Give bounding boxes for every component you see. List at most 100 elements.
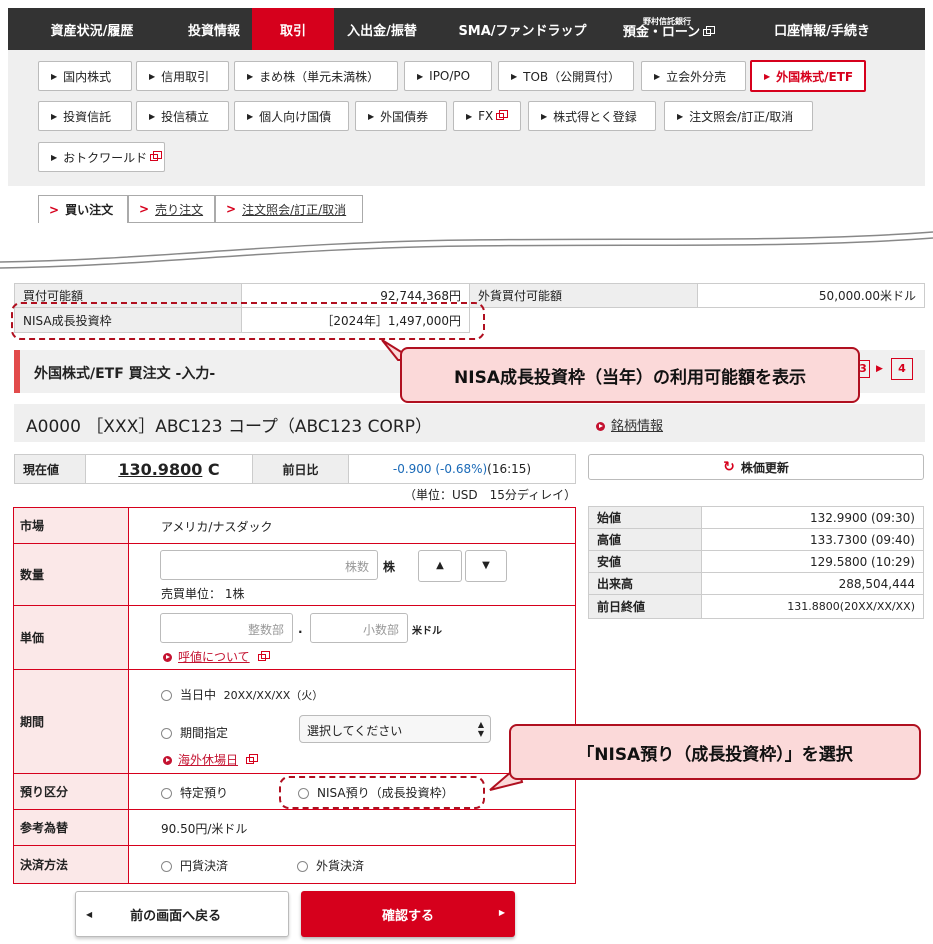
stock-bar: A0000 ［XXX］ABC123 コープ（ABC123 CORP） 銘柄情報: [14, 404, 925, 442]
market-value: アメリカ/ナスダック: [161, 520, 273, 534]
sub-nav: ▶ 国内株式 ▶ 信用取引 ▶ まめ株（単元未満株） ▶ IPO/PO ▶ TOB（公開買…: [8, 50, 925, 186]
price-unit: 米ドル: [412, 626, 442, 637]
quantity-down-button[interactable]: ▼: [465, 550, 507, 582]
external-link-icon: [703, 26, 716, 37]
subnav-fund[interactable]: ▶ 投資信託: [38, 101, 132, 131]
top-nav: 資産状況/履歴 投資情報 取引 入出金/振替 SMA/ファンドラップ 野村信託銀…: [8, 8, 925, 50]
price-integer-input[interactable]: 整数部: [160, 613, 293, 643]
market-label: 市場: [14, 508, 128, 544]
high-label: 高値: [588, 528, 702, 551]
radio-icon: [297, 861, 308, 872]
tab-buy-order[interactable]: > 買い注文: [38, 195, 128, 223]
decimal-point: .: [298, 622, 303, 636]
triangle-down-icon: ▼: [482, 560, 490, 571]
arrow-circle-icon: [596, 422, 605, 431]
stock-name: A0000 ［XXX］ABC123 コープ（ABC123 CORP）: [26, 417, 432, 437]
quantity-input[interactable]: 株数: [160, 550, 378, 580]
fx-buyable-value: 50,000.00米ドル: [697, 283, 925, 308]
step-arrow-icon: ▶: [876, 364, 883, 374]
change-label: 前日比: [252, 454, 349, 484]
subnav-fund-savings[interactable]: ▶ 投信積立: [136, 101, 229, 131]
market-row: アメリカ/ナスダック: [128, 508, 575, 544]
subnav-stock-toku[interactable]: ▶ 株式得とく登録: [528, 101, 656, 131]
triangle-left-icon: ◀: [86, 909, 93, 919]
subnav-order-inquiry[interactable]: ▶ 注文照会/訂正/取消: [664, 101, 813, 131]
yen-settle-radio[interactable]: 円貨決済: [161, 857, 228, 874]
radio-icon: [161, 861, 172, 872]
nisa-highlight: [11, 302, 485, 340]
price-label: 単価: [14, 606, 128, 670]
period-today-radio[interactable]: 当日中 20XX/XX/XX（火）: [161, 686, 323, 703]
price-decimal-input[interactable]: 小数部: [310, 613, 408, 643]
refresh-price-button[interactable]: ↻ 株価更新: [588, 454, 924, 480]
radio-icon: [161, 690, 172, 701]
fx-buyable-label: 外貨買付可能額: [469, 283, 698, 308]
radio-icon: [161, 788, 172, 799]
subnav-fx[interactable]: ▶ FX: [453, 101, 521, 131]
confirm-button[interactable]: 確認する ▶: [301, 891, 515, 937]
low-value: 129.5800 (10:29): [701, 550, 924, 573]
nav-account-info[interactable]: 口座情報/手続き: [719, 8, 925, 50]
change-value: -0.900 (-0.68%) (16:15): [348, 454, 576, 484]
quantity-label: 数量: [14, 544, 128, 606]
subnav-tachiai[interactable]: ▶ 立会外分売: [641, 61, 746, 91]
nav-assets[interactable]: 資産状況/履歴: [8, 8, 176, 50]
volume-label: 出来高: [588, 572, 702, 595]
subnav-foreign-stock[interactable]: ▶ 外国株式/ETF: [750, 60, 866, 92]
rate-row: 90.50円/米ドル: [128, 810, 575, 846]
nisa-available-callout: NISA成長投資枠（当年）の利用可能額を表示: [400, 347, 860, 403]
quantity-unit: 株: [383, 560, 396, 574]
arrow-circle-icon: [163, 653, 172, 662]
volume-value: 288,504,444: [701, 572, 924, 595]
account-type-label: 預り区分: [14, 774, 128, 810]
nav-sma[interactable]: SMA/ファンドラップ: [430, 8, 615, 50]
holiday-link[interactable]: 海外休場日: [163, 751, 259, 768]
rate-label: 参考為替: [14, 810, 128, 846]
section-title: 外国株式/ETF 買注文 -入力-: [34, 366, 216, 382]
triangle-up-icon: ▲: [436, 560, 444, 571]
tokutei-radio[interactable]: 特定預り: [161, 784, 228, 801]
stock-info-link[interactable]: 銘柄情報: [596, 415, 663, 434]
arrow-circle-icon: [163, 756, 172, 765]
current-price-label: 現在値: [14, 454, 86, 484]
subnav-ipo[interactable]: ▶ IPO/PO: [404, 61, 492, 91]
tab-sell-order[interactable]: > 売り注文: [128, 195, 215, 223]
high-value: 133.7300 (09:40): [701, 528, 924, 551]
tick-size-link[interactable]: 呼値について: [163, 648, 270, 665]
external-link-icon: [257, 651, 270, 661]
external-link-icon: [246, 754, 259, 764]
unit-note: （単位：USD 15分ディレイ）: [404, 488, 577, 502]
subnav-jgb[interactable]: ▶ 個人向け国債: [234, 101, 349, 131]
subnav-domestic-stock[interactable]: ▶ 国内株式: [38, 61, 132, 91]
prev-close-label: 前日終値: [588, 594, 702, 619]
step-4: 4: [891, 358, 913, 380]
subnav-otoku-world[interactable]: ▶ おトクワールド: [38, 142, 165, 172]
refresh-icon: ↻: [723, 459, 735, 475]
period-select[interactable]: 選択してください ▲ ▼: [299, 715, 491, 743]
subnav-margin[interactable]: ▶ 信用取引: [136, 61, 229, 91]
nav-investment-info[interactable]: 投資情報: [176, 8, 252, 50]
back-button[interactable]: ◀ 前の画面へ戻る: [75, 891, 289, 937]
tab-order-inquiry[interactable]: > 注文照会/訂正/取消: [215, 195, 363, 223]
radio-icon: [161, 728, 172, 739]
settlement-label: 決済方法: [14, 846, 128, 883]
wave-divider: [0, 231, 933, 269]
external-link-icon: [496, 109, 509, 120]
period-specify-radio[interactable]: 期間指定: [161, 724, 228, 741]
nav-trade[interactable]: 取引: [252, 8, 334, 50]
rate-value: 90.50円/米ドル: [161, 822, 248, 836]
subnav-foreign-bond[interactable]: ▶ 外国債券: [355, 101, 447, 131]
subnav-tob[interactable]: ▶ TOB（公開買付）: [498, 61, 634, 91]
subnav-mame-kabu[interactable]: ▶ まめ株（単元未満株）: [234, 61, 398, 91]
fx-settle-radio[interactable]: 外貨決済: [297, 857, 364, 874]
trade-unit-note: 売買単位： 1株: [161, 587, 245, 601]
external-link-icon: [150, 150, 163, 161]
select-arrows-icon: ▲ ▼: [477, 720, 484, 738]
nav-deposit-transfer[interactable]: 入出金/振替: [334, 8, 430, 50]
open-value: 132.9900 (09:30): [701, 506, 924, 529]
current-price: 130.9800 C: [85, 454, 253, 484]
nav-bank-loan[interactable]: 野村信託銀行 預金・ローン: [615, 8, 719, 50]
quantity-up-button[interactable]: ▲: [418, 550, 462, 582]
open-label: 始値: [588, 506, 702, 529]
prev-close-value: 131.8800(20XX/XX/XX): [701, 594, 924, 619]
